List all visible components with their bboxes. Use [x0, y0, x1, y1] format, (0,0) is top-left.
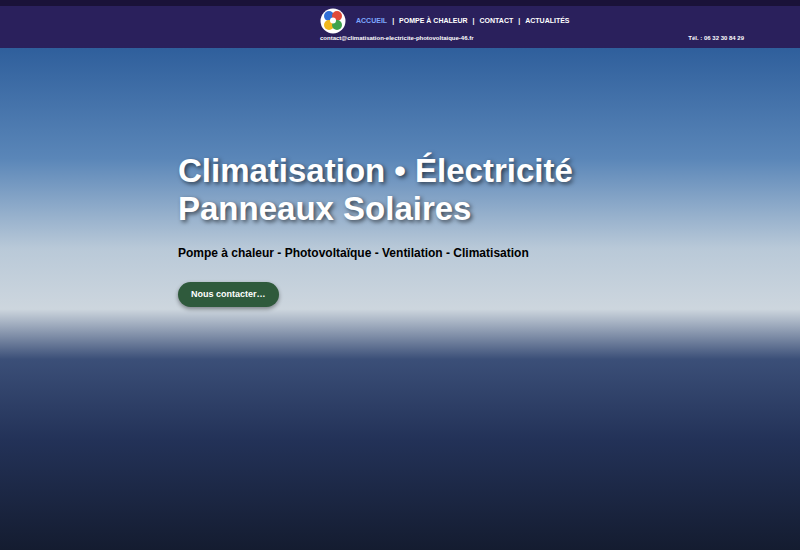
nav-item[interactable]: ACTUALITÉS [525, 16, 569, 27]
nav-separator: | [473, 16, 475, 27]
hero-title-line: Panneaux Solaires [178, 190, 573, 228]
main-nav: ACCUEIL | POMPE À CHALEUR | CONTACT | ACTUALIT… [356, 16, 570, 27]
nav-separator: | [392, 16, 394, 27]
nav-item[interactable]: POMPE À CHALEUR [399, 16, 467, 27]
logo-icon[interactable] [320, 8, 346, 34]
hero: Climatisation • ÉlectricitéPanneaux Sola… [0, 48, 800, 550]
nav-item[interactable]: ACCUEIL [356, 16, 387, 27]
email-link[interactable]: contact@climatisation-electricite-photov… [320, 35, 474, 41]
contact-row: contact@climatisation-electricite-photov… [0, 35, 800, 41]
nav-row: ACCUEIL | POMPE À CHALEUR | CONTACT | ACTUALIT… [0, 6, 800, 34]
contact-button[interactable]: Nous contacter… [178, 282, 279, 307]
phone-number[interactable]: Tél. : 06 32 30 84 29 [688, 35, 744, 41]
hero-title: Climatisation • ÉlectricitéPanneaux Sola… [178, 152, 573, 228]
hero-title-line: Climatisation • Électricité [178, 152, 573, 190]
nav-item[interactable]: CONTACT [480, 16, 514, 27]
header: ACCUEIL | POMPE À CHALEUR | CONTACT | ACTUALIT… [0, 0, 800, 48]
page: ACCUEIL | POMPE À CHALEUR | CONTACT | ACTUALIT… [0, 0, 800, 550]
nav-separator: | [518, 16, 520, 27]
hero-subtitle: Pompe à chaleur - Photovoltaïque - Venti… [178, 244, 529, 262]
